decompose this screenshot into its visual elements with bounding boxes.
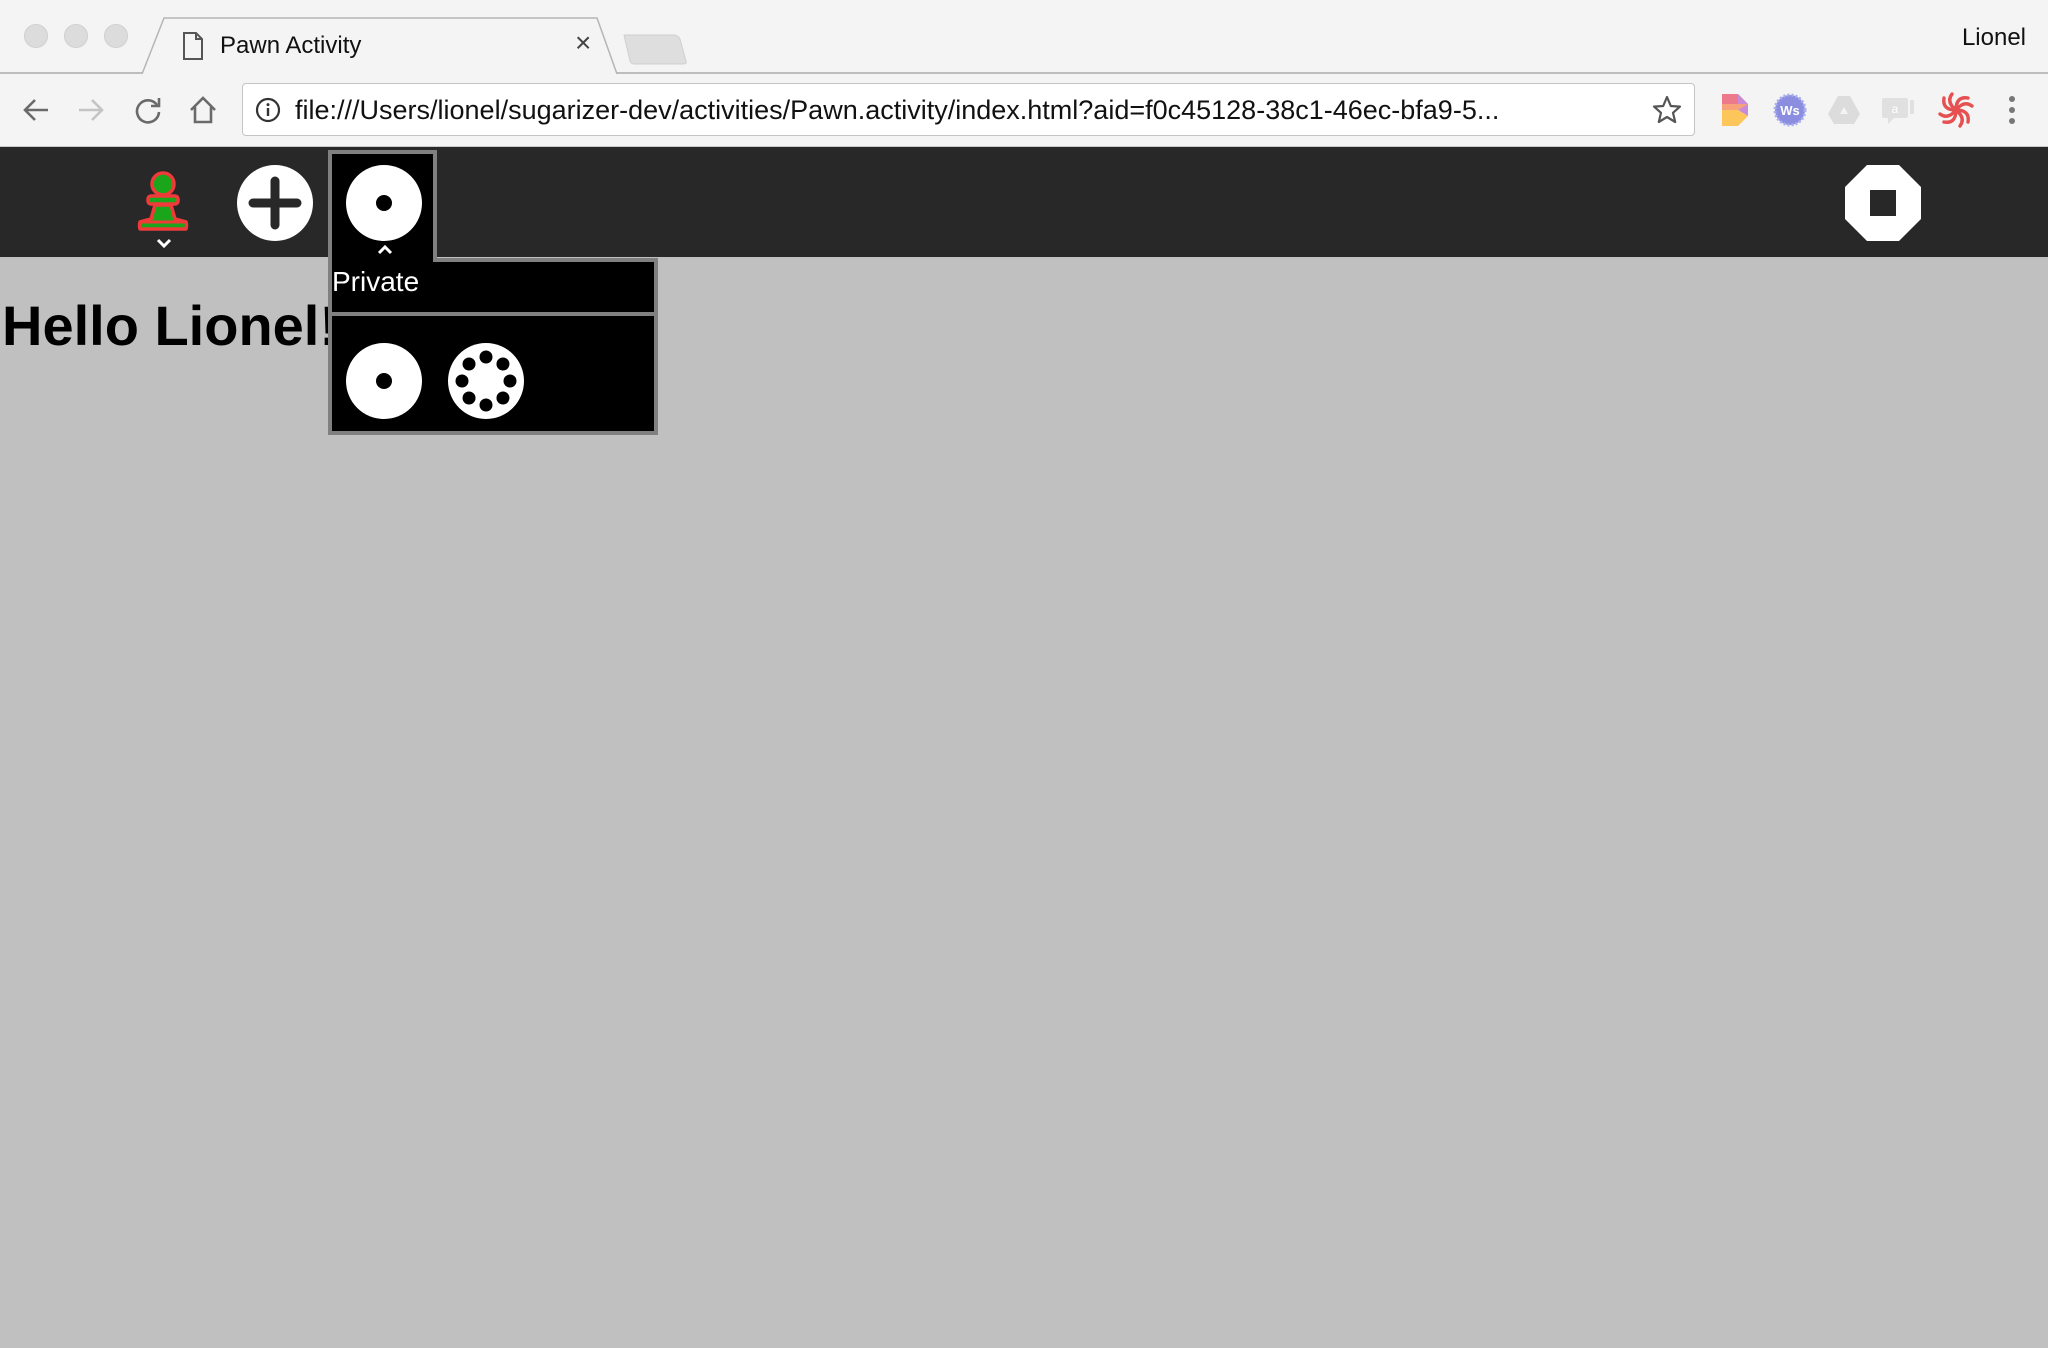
reload-button[interactable] [130, 92, 166, 128]
page-icon [183, 32, 203, 60]
colorful-extension-icon[interactable] [1718, 92, 1754, 128]
palette-item-neighborhood[interactable] [447, 342, 525, 420]
neighborhood-dot [479, 350, 493, 364]
tab-shape [142, 17, 617, 75]
home-button[interactable] [185, 92, 221, 128]
neighborhood-icon [448, 343, 524, 419]
svg-text:a: a [1892, 102, 1899, 116]
neighborhood-dot [496, 357, 510, 371]
bookmark-star-icon [1652, 95, 1682, 124]
back-arrow-icon [23, 99, 48, 121]
network-palette: Private [328, 258, 658, 435]
activity-button[interactable] [130, 165, 196, 231]
forward-arrow-icon [79, 99, 104, 121]
chevron-up-icon [377, 245, 393, 255]
window-close-button[interactable] [24, 24, 48, 48]
profile-name[interactable]: Lionel [1962, 24, 2026, 52]
address-bar[interactable]: file:///Users/lionel/sugarizer-dev/activ… [242, 83, 1695, 136]
home-icon [190, 96, 216, 124]
neighborhood-dot [479, 398, 493, 412]
pawn-icon [137, 171, 189, 231]
neighborhood-dot [455, 374, 469, 388]
url-text[interactable]: file:///Users/lionel/sugarizer-dev/activ… [295, 95, 1499, 126]
tab-title: Pawn Activity [220, 32, 362, 59]
palette-header: Private [332, 262, 654, 316]
new-tab-button[interactable] [622, 33, 688, 65]
plus-icon [237, 165, 313, 241]
back-button[interactable] [18, 92, 54, 128]
neighborhood-dot [462, 357, 476, 371]
activity-toolbar [0, 147, 2048, 257]
stop-button[interactable] [1844, 164, 1922, 242]
ws-badge-extension-icon[interactable]: Ws [1772, 92, 1808, 128]
browser-tab-pawn-activity[interactable]: Pawn Activity × [142, 17, 617, 75]
drive-extension-icon[interactable] [1826, 92, 1862, 128]
info-icon[interactable] [255, 97, 281, 123]
browser-nav-bar: file:///Users/lionel/sugarizer-dev/activ… [0, 74, 2048, 147]
svg-text:Ws: Ws [1780, 103, 1800, 118]
reload-icon [135, 98, 161, 124]
neighborhood-dot [503, 374, 517, 388]
neighborhood-dot [462, 391, 476, 405]
private-network-icon [346, 165, 422, 241]
neighborhood-dot [496, 391, 510, 405]
greeting-heading: Hello Lionel! [2, 294, 338, 357]
window-minimize-button[interactable] [64, 24, 88, 48]
window-zoom-button[interactable] [104, 24, 128, 48]
add-button[interactable] [236, 164, 314, 242]
private-icon [346, 343, 422, 419]
chat-extension-icon[interactable]: a [1880, 92, 1916, 128]
kebab-menu-icon[interactable] [1994, 92, 2030, 128]
browser-tab-strip: Pawn Activity × Lionel [0, 0, 2048, 75]
network-button[interactable] [328, 150, 437, 262]
swirl-extension-icon[interactable] [1938, 92, 1974, 128]
palette-item-private[interactable] [345, 342, 423, 420]
chevron-down-icon [156, 238, 172, 248]
tab-close-button[interactable]: × [575, 29, 591, 57]
forward-button[interactable] [73, 92, 109, 128]
stop-icon [1845, 165, 1921, 241]
palette-title: Private [332, 266, 420, 297]
